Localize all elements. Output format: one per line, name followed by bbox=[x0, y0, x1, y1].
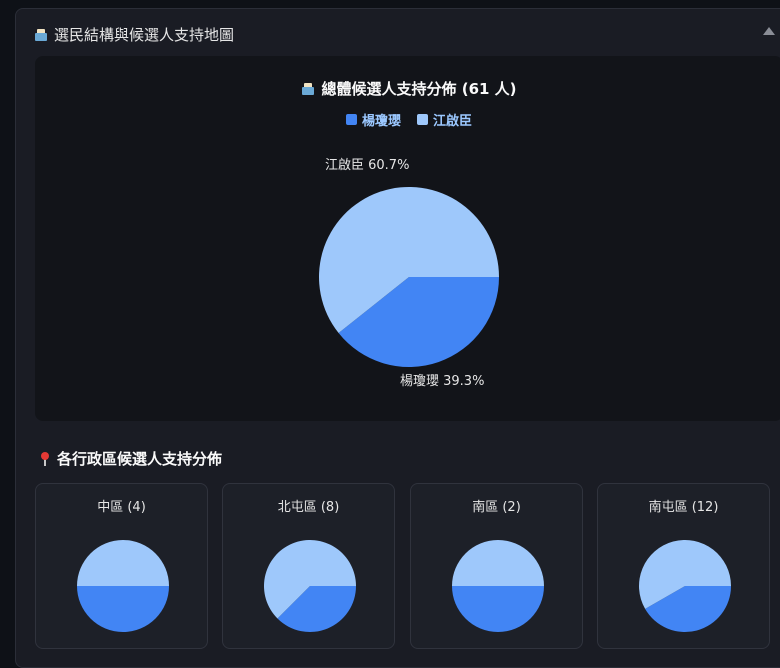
district-card-central: 中區 (4) bbox=[35, 483, 208, 649]
district-card-beitun: 北屯區 (8) bbox=[222, 483, 395, 649]
collapse-triangle-icon[interactable] bbox=[763, 27, 775, 35]
pie-slice-jiang[interactable] bbox=[77, 540, 169, 586]
district-card-nantun: 南屯區 (12) bbox=[597, 483, 770, 649]
district-card-south: 南區 (2) bbox=[410, 483, 583, 649]
panel-header[interactable]: 選民結構與候選人支持地圖 bbox=[34, 24, 234, 45]
overall-chart-container: 總體候選人支持分佈 (61 人) 楊瓊瓔 江啟臣 江啟臣 60.7% 楊瓊瓔 3… bbox=[35, 56, 780, 421]
district-title: 北屯區 (8) bbox=[277, 500, 340, 515]
district-title: 中區 (4) bbox=[97, 500, 146, 515]
pushpin-icon bbox=[39, 451, 51, 466]
district-pie-chart bbox=[264, 540, 356, 632]
district-title: 南區 (2) bbox=[472, 500, 521, 515]
overall-pie-chart: 江啟臣 60.7% 楊瓊瓔 39.3% bbox=[319, 158, 499, 389]
district-pie-chart bbox=[77, 540, 169, 632]
pie-slice-jiang[interactable] bbox=[452, 540, 544, 586]
pie-slice-yang[interactable] bbox=[452, 586, 544, 632]
ballot-box-icon bbox=[34, 28, 48, 42]
district-pie-chart bbox=[452, 540, 544, 632]
slice-label-yang: 楊瓊瓔 39.3% bbox=[400, 373, 484, 389]
support-map-panel: 選民結構與候選人支持地圖 總體候選人支持分佈 (61 人) 楊瓊瓔 江啟臣 江啟… bbox=[15, 8, 780, 668]
district-pie-chart bbox=[639, 540, 731, 632]
districts-section-label: 各行政區候選人支持分佈 bbox=[57, 450, 223, 468]
district-title: 南屯區 (12) bbox=[648, 500, 719, 515]
districts-section-title: 各行政區候選人支持分佈 bbox=[39, 448, 222, 469]
pie-slice-yang[interactable] bbox=[77, 586, 169, 632]
slice-label-jiang: 江啟臣 60.7% bbox=[325, 158, 409, 173]
panel-title: 選民結構與候選人支持地圖 bbox=[54, 26, 235, 44]
